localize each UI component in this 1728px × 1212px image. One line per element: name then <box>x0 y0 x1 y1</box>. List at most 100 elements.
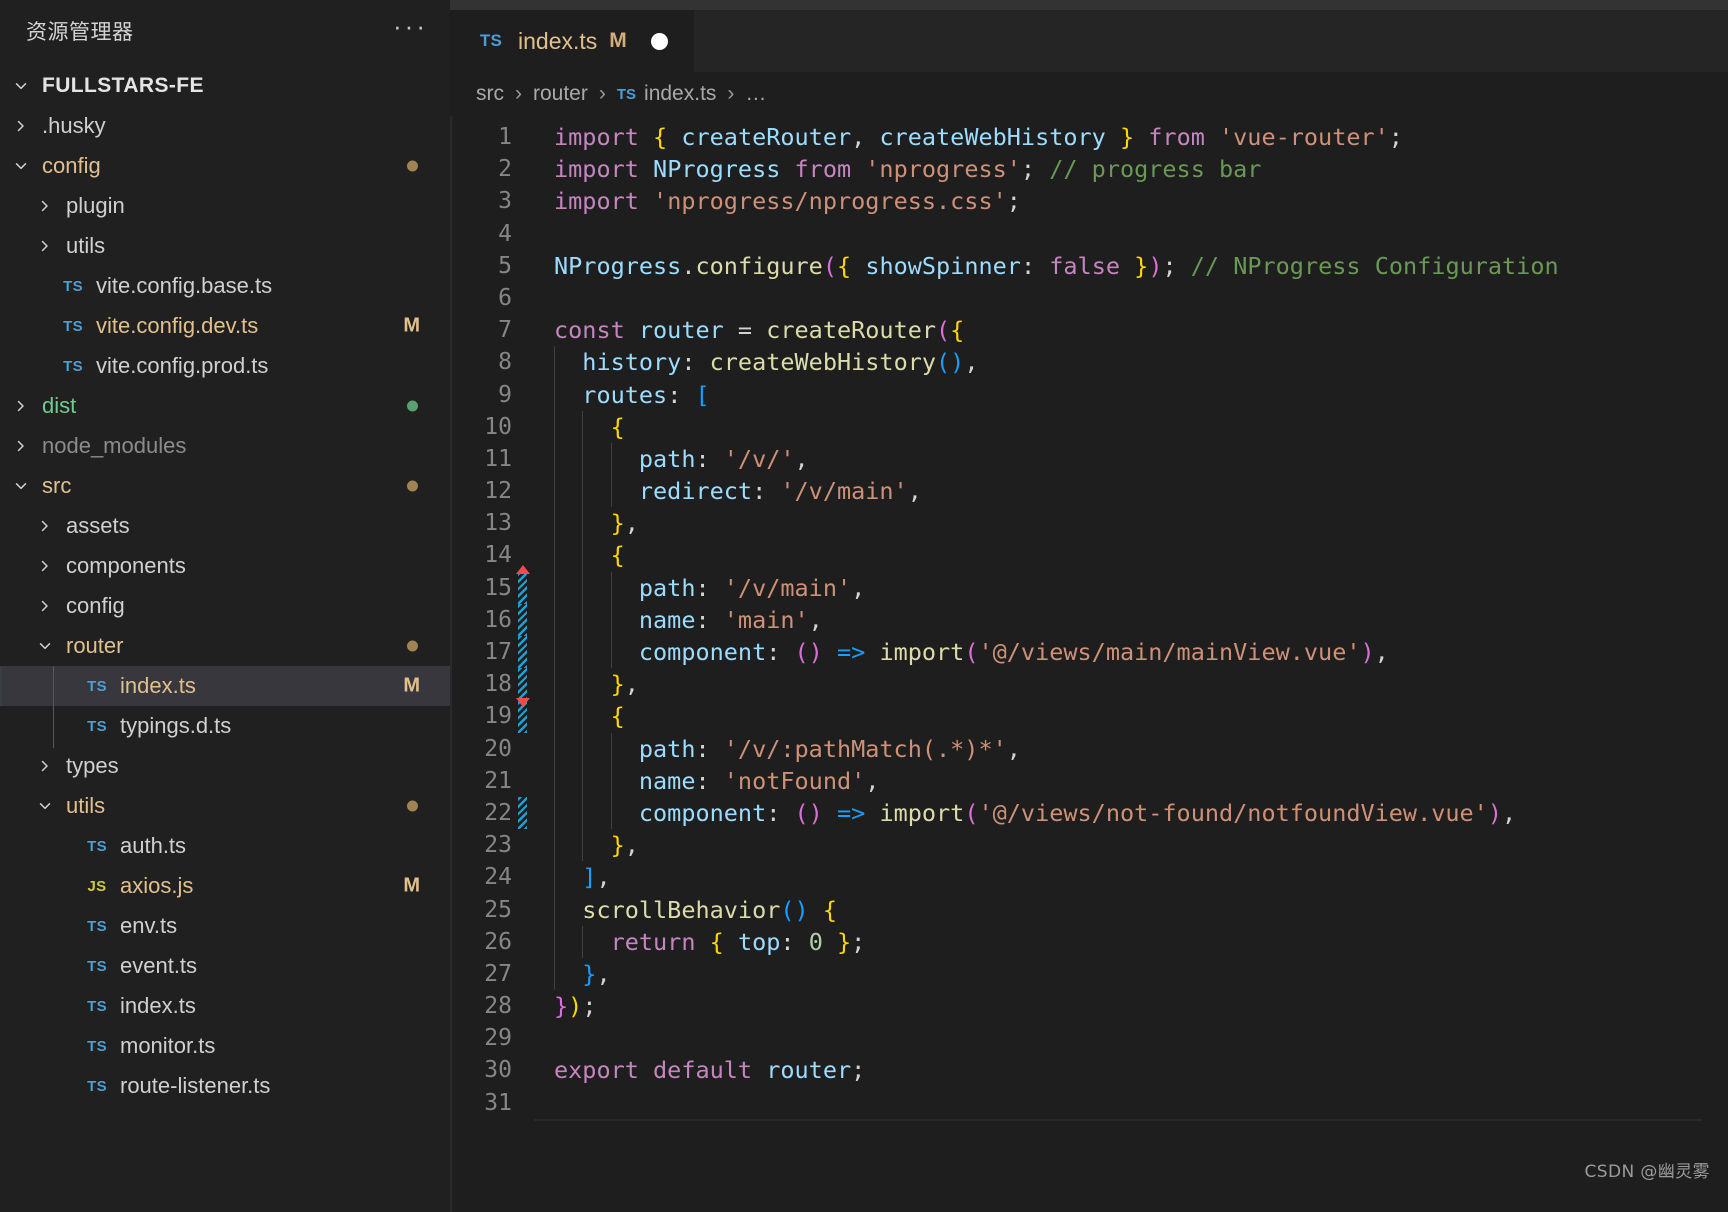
tree-item-index-ts[interactable]: TS index.ts M <box>0 666 450 706</box>
code-line[interactable]: 24 ], <box>450 861 1728 894</box>
code-line[interactable]: 28}); <box>450 990 1728 1022</box>
code-line-content[interactable]: { <box>532 539 1728 572</box>
code-line-content[interactable]: export default router; <box>532 1054 1728 1086</box>
code-line-content[interactable]: name: 'main', <box>532 603 1728 636</box>
tree-item-config[interactable]: config <box>0 586 450 626</box>
tree-item-types[interactable]: types <box>0 746 450 786</box>
code-lines[interactable]: 1 import { createRouter, createWebHistory… <box>450 116 1728 1119</box>
tab-index-ts[interactable]: TS index.ts M <box>450 10 694 72</box>
tree-item-route-listener-ts[interactable]: TS route-listener.ts <box>0 1066 450 1106</box>
diff-change-marker[interactable] <box>518 636 527 669</box>
explorer-more-actions-icon[interactable]: ··· <box>393 13 428 42</box>
tree-item-typings-d-ts[interactable]: TS typings.d.ts <box>0 706 450 746</box>
code-line[interactable]: 25 scrollBehavior() { <box>450 893 1728 926</box>
tree-item-axios-js[interactable]: JS axios.js M <box>0 866 450 906</box>
code-line-content[interactable]: import 'nprogress/nprogress.css'; <box>532 185 1728 217</box>
code-line[interactable]: 30 export default router; <box>450 1054 1728 1086</box>
code-line-content[interactable]: routes: [ <box>532 378 1728 411</box>
code-line-content[interactable]: path: '/v/', <box>532 442 1728 476</box>
code-line-content[interactable]: component: () => import('@/views/main/ma… <box>532 636 1728 669</box>
code-line-content[interactable]: component: () => import('@/views/not-fou… <box>532 796 1728 830</box>
code-line[interactable]: 1 import { createRouter, createWebHistory… <box>450 121 1728 153</box>
code-line-content[interactable]: }, <box>532 829 1728 862</box>
diff-change-marker[interactable] <box>518 603 527 636</box>
code-line-content[interactable]: NProgress.configure({ showSpinner: false… <box>532 250 1728 282</box>
tree-item-index-ts[interactable]: TS index.ts <box>0 986 450 1026</box>
diff-change-marker[interactable] <box>518 571 527 604</box>
code-line-content[interactable]: name: 'notFound', <box>532 764 1728 797</box>
code-line[interactable]: 19 { <box>450 698 1728 733</box>
code-line-content[interactable]: path: '/v/main', <box>532 571 1728 604</box>
tree-item-dist[interactable]: dist <box>0 386 450 426</box>
code-line[interactable]: 20 path: '/v/:pathMatch(.*)*', <box>450 732 1728 765</box>
code-line-content[interactable]: { <box>532 700 1728 733</box>
code-line-content[interactable]: { <box>532 410 1728 443</box>
code-line-content[interactable]: import NProgress from 'nprogress'; // pr… <box>532 153 1728 185</box>
code-line-content[interactable]: redirect: '/v/main', <box>532 475 1728 508</box>
code-line-content[interactable]: import { createRouter, createWebHistory … <box>532 121 1728 153</box>
tree-item-event-ts[interactable]: TS event.ts <box>0 946 450 986</box>
tree-item-utils[interactable]: utils <box>0 786 450 826</box>
code-line[interactable]: 11 path: '/v/', <box>450 442 1728 476</box>
tree-item-auth-ts[interactable]: TS auth.ts <box>0 826 450 866</box>
code-line-content[interactable]: history: createWebHistory(), <box>532 346 1728 379</box>
code-line[interactable]: 18 }, <box>450 668 1728 701</box>
breadcrumb-item[interactable]: router <box>533 82 588 106</box>
code-line-content[interactable]: }, <box>532 668 1728 701</box>
tree-item-vite-config-prod-ts[interactable]: TS vite.config.prod.ts <box>0 346 450 386</box>
diff-next-arrow-icon[interactable] <box>516 698 530 708</box>
code-line[interactable]: 5 NProgress.configure({ showSpinner: fals… <box>450 250 1728 282</box>
tree-item-env-ts[interactable]: TS env.ts <box>0 906 450 946</box>
code-line-content[interactable]: const router = createRouter({ <box>532 314 1728 346</box>
code-line-content[interactable]: }, <box>532 507 1728 540</box>
code-line-content[interactable]: ], <box>532 861 1728 894</box>
breadcrumb[interactable]: src › router › TS index.ts ›… <box>450 72 1728 116</box>
code-line[interactable]: 22 component: () => import('@/views/not-… <box>450 796 1728 830</box>
code-line[interactable]: 7 const router = createRouter({ <box>450 314 1728 346</box>
file-tree[interactable]: FULLSTARS-FE .husky config plugin utils TS vit… <box>0 62 450 1212</box>
tree-item-src[interactable]: src <box>0 466 450 506</box>
code-line[interactable]: 17 component: () => import('@/views/main… <box>450 636 1728 669</box>
tree-item-node-modules[interactable]: node_modules <box>0 426 450 466</box>
code-line-content[interactable]: return { top: 0 }; <box>532 925 1728 958</box>
code-line-content[interactable]: }, <box>532 957 1728 991</box>
code-line[interactable]: 3 import 'nprogress/nprogress.css'; <box>450 185 1728 217</box>
tree-item-router[interactable]: router <box>0 626 450 666</box>
tree-item-vite-config-dev-ts[interactable]: TS vite.config.dev.ts M <box>0 306 450 346</box>
code-line[interactable]: 29 <box>450 1022 1728 1054</box>
tree-item-utils[interactable]: utils <box>0 226 450 266</box>
diff-change-marker[interactable] <box>518 668 527 701</box>
tree-item-config[interactable]: config <box>0 146 450 186</box>
code-line[interactable]: 16 name: 'main', <box>450 603 1728 636</box>
breadcrumb-item[interactable]: index.ts <box>644 82 716 106</box>
code-line[interactable]: 9 routes: [ <box>450 378 1728 411</box>
code-line[interactable]: 14 { <box>450 539 1728 572</box>
code-line[interactable]: 8 history: createWebHistory(), <box>450 346 1728 379</box>
code-editor[interactable]: 1 import { createRouter, createWebHistory… <box>450 116 1728 1212</box>
code-line[interactable]: 15 path: '/v/main', <box>450 564 1728 604</box>
tree-item--husky[interactable]: .husky <box>0 106 450 146</box>
breadcrumb-item[interactable]: … <box>745 82 766 106</box>
code-line[interactable]: 12 redirect: '/v/main', <box>450 475 1728 508</box>
code-line[interactable]: 4 <box>450 218 1728 250</box>
diff-change-marker[interactable] <box>518 796 527 830</box>
breadcrumb-item[interactable]: src <box>476 82 504 106</box>
code-line[interactable]: 21 name: 'notFound', <box>450 764 1728 797</box>
tree-item-monitor-ts[interactable]: TS monitor.ts <box>0 1026 450 1066</box>
diff-prev-arrow-icon[interactable] <box>516 564 530 574</box>
code-line[interactable]: 6 <box>450 282 1728 314</box>
code-line[interactable]: 31 <box>450 1087 1728 1119</box>
code-line[interactable]: 2 import NProgress from 'nprogress'; // p… <box>450 153 1728 185</box>
code-line[interactable]: 27 }, <box>450 957 1728 991</box>
code-line[interactable]: 26 return { top: 0 }; <box>450 925 1728 958</box>
code-line-content[interactable]: path: '/v/:pathMatch(.*)*', <box>532 732 1728 765</box>
code-line-content[interactable]: }); <box>532 990 1728 1022</box>
tree-item-assets[interactable]: assets <box>0 506 450 546</box>
tree-item-vite-config-base-ts[interactable]: TS vite.config.base.ts <box>0 266 450 306</box>
tab-dirty-indicator-icon[interactable] <box>650 32 668 50</box>
tree-item-plugin[interactable]: plugin <box>0 186 450 226</box>
tree-item-components[interactable]: components <box>0 546 450 586</box>
code-line[interactable]: 23 }, <box>450 829 1728 862</box>
code-line-content[interactable]: scrollBehavior() { <box>532 893 1728 926</box>
code-line[interactable]: 13 }, <box>450 507 1728 540</box>
